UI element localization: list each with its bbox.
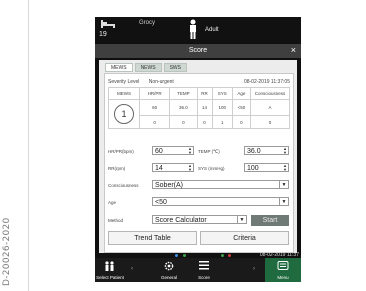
select-patient-icon [105,261,114,271]
monitor-screen: 19 Grocy Adult Score × MEWS NEWS SWS Sev… [95,17,301,282]
value-hr: 60 [138,99,171,116]
spinner-arrows-icon[interactable]: ▲ ▼ [283,164,287,172]
nav-menu-label: Menu [277,275,289,280]
chevron-left-icon[interactable]: ‹ [131,258,136,282]
criteria-button[interactable]: Criteria [200,231,289,245]
temp-input[interactable]: 36.0 ▲ ▼ [244,146,289,155]
patient-name: Grocy [139,20,156,26]
nav-general-label: General [160,275,177,280]
temp-label: TEMP (℃) [198,149,220,154]
nav-score-label: Score [198,275,210,280]
score-table: MEWS HR/PR TEMP RR SYS Age Consciousness… [108,87,290,129]
sys-input[interactable]: 100 ▲ ▼ [244,163,289,172]
value-temp: 36.0 [169,99,198,116]
rr-label: RR(rpm) [108,166,126,171]
age-value: <50 [155,199,167,206]
nav-general[interactable]: General [151,258,187,282]
header-hr: HR/PR [138,87,171,100]
window-title: Score [188,47,208,54]
spinner-arrows-icon[interactable]: ▲ ▼ [188,164,192,172]
method-label: Method [108,218,124,223]
wifi-icon [221,254,224,257]
severity-row: Severity Level Non-urgent [108,79,174,85]
method-select[interactable]: Score Calculator ▼ [152,215,247,224]
hr-label: HR/PR(bpm) [108,149,134,154]
points-temp: 0 [169,115,198,129]
points-hr: 0 [138,115,171,129]
rr-value: 14 [155,165,163,172]
battery-status-icon [183,254,186,257]
gear-icon [164,261,174,271]
spinner-arrows-icon[interactable]: ▲ ▼ [283,147,287,155]
patient-type: Adult [205,27,219,33]
nav-score[interactable]: Score [187,258,221,282]
points-consciousness: 0 [250,115,290,129]
trend-table-button[interactable]: Trend Table [108,231,197,245]
method-value: Score Calculator [155,217,207,224]
nav-select-patient[interactable]: Select Patient [95,258,125,282]
tab-sws[interactable]: SWS [163,63,187,72]
header-mews: MEWS [108,87,140,100]
consciousness-value: Sober(A) [155,182,184,189]
header-rr: RR [196,87,213,100]
bed-number: 19 [99,31,107,38]
score-panel: MEWS NEWS SWS Severity Level Non-urgent … [99,60,297,254]
consciousness-select[interactable]: Sober(A) ▼ [152,180,289,189]
table-header-row: MEWS HR/PR TEMP RR SYS Age Consciousness [108,87,290,100]
chevron-right-icon[interactable]: › [251,258,259,282]
tab-mews[interactable]: MEWS [105,63,133,72]
menu-icon [277,261,289,270]
adult-person-icon [190,19,196,39]
close-icon[interactable]: × [291,45,296,55]
hr-input[interactable]: 60 ▲ ▼ [152,146,194,155]
chevron-down-icon[interactable]: ▼ [237,216,246,223]
severity-label: Severity Level [108,79,140,85]
spinner-arrows-icon[interactable]: ▲ ▼ [188,147,192,155]
header-age: Age [231,87,252,100]
total-score: 1 [114,104,134,124]
figure-id-label: D-20026-2020 [2,217,12,286]
mews-content: Severity Level Non-urgent 08-02-2019 11:… [104,73,294,253]
score-datetime: 08-02-2019 11:37:05 [243,79,290,85]
rr-input[interactable]: 14 ▲ ▼ [152,163,194,172]
severity-value: Non-urgent [148,79,174,85]
nav-select-patient-label: Select Patient [96,275,124,280]
value-sys: 100 [211,99,233,116]
chevron-down-icon[interactable]: ▼ [279,181,288,188]
temp-value: 36.0 [247,148,261,155]
value-rr: 14 [196,99,213,116]
score-list-icon [199,261,209,270]
header-consciousness: Consciousness [250,87,290,100]
header-temp: TEMP [169,87,198,100]
sys-value: 100 [247,165,259,172]
bed-icon [101,20,115,28]
value-consciousness: A [250,99,290,116]
points-rr: 0 [196,115,213,129]
chevron-down-icon[interactable]: ▼ [279,198,288,205]
network-status-icon [175,254,178,257]
sys-label: SYS (mmHg) [198,166,225,171]
points-sys: 1 [211,115,233,129]
consciousness-label: Consciousness [108,183,139,188]
tab-news[interactable]: NEWS [134,63,162,72]
hr-value: 60 [155,148,163,155]
age-select[interactable]: <50 ▼ [152,197,289,206]
patient-info-bar[interactable]: 19 Grocy Adult [95,17,301,43]
age-label: Age [108,200,117,205]
nav-menu[interactable]: Menu [265,258,301,282]
alarm-status-icon [228,254,231,257]
header-sys: SYS [211,87,233,100]
total-score-cell: 1 [108,99,140,129]
bottom-navigation: Select Patient ‹ General Score › Menu [95,258,301,282]
value-age: <50 [231,99,252,116]
points-age: 0 [231,115,252,129]
score-window-titlebar: Score × [95,44,301,58]
start-button[interactable]: Start [251,215,289,226]
score-tabs: MEWS NEWS SWS [105,63,187,72]
table-row-values: 1 60 36.0 14 100 <50 A [108,99,290,129]
